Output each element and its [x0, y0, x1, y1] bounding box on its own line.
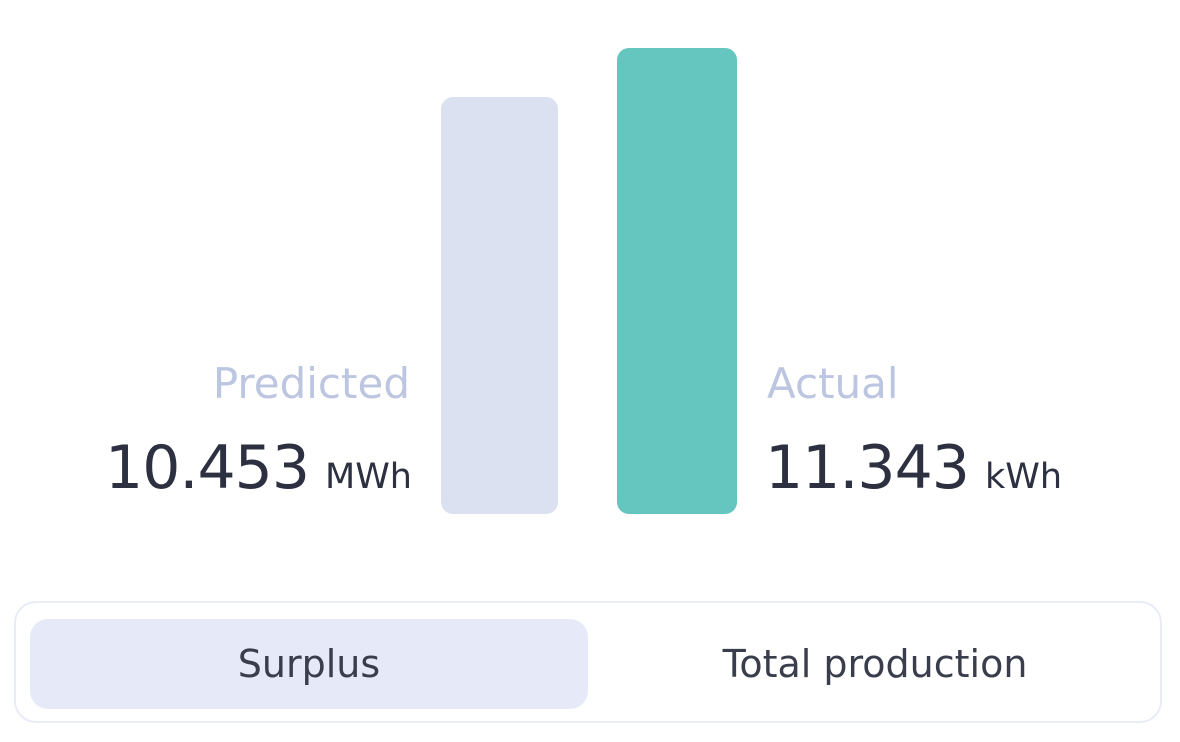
actual-value-number: 11.343 — [765, 433, 970, 503]
actual-bar — [617, 48, 737, 514]
predicted-bar — [441, 97, 558, 514]
predicted-value: 10.453 MWh — [105, 438, 412, 498]
actual-label: Actual — [767, 359, 899, 408]
actual-value-unit: kWh — [984, 457, 1063, 497]
actual-value: 11.343 kWh — [765, 438, 1062, 498]
view-mode-toggle: Surplus Total production — [14, 601, 1162, 723]
predicted-value-unit: MWh — [325, 457, 412, 497]
production-comparison-widget: Predicted 10.453 MWh Actual 11.343 kWh Sur… — [0, 0, 1180, 742]
predicted-label: Predicted — [212, 359, 410, 408]
total-production-toggle-button[interactable]: Total production — [602, 619, 1148, 709]
surplus-toggle-button[interactable]: Surplus — [30, 619, 588, 709]
predicted-value-number: 10.453 — [105, 433, 310, 503]
